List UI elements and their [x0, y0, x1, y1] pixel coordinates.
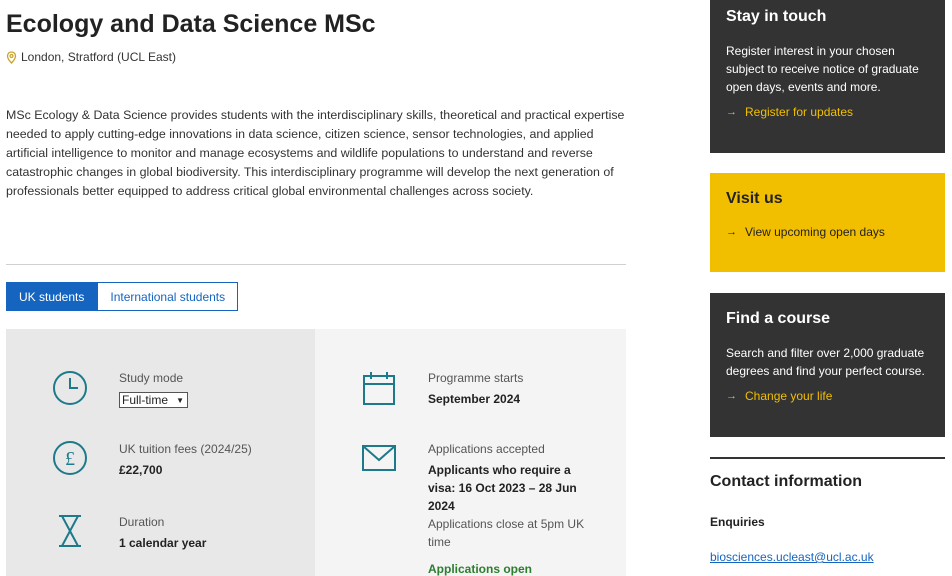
visit-us-title: Visit us [726, 190, 783, 207]
enquiries-label: Enquiries [710, 515, 765, 529]
arrow-right-icon: → [726, 106, 737, 118]
page-title: Ecology and Data Science MSc [6, 10, 376, 38]
intro-paragraph: MSc Ecology & Data Science provides stud… [6, 108, 625, 198]
find-a-course-title: Find a course [726, 310, 831, 327]
dropdown-arrow-icon: ▼ [176, 395, 184, 405]
stay-in-touch-box: Stay in touch Register interest in your … [710, 0, 945, 153]
tab-uk-students[interactable]: UK students [6, 282, 98, 311]
divider [6, 264, 626, 265]
location-text: London, Stratford (UCL East) [21, 50, 176, 64]
map-pin-icon [6, 50, 17, 64]
pound-icon: £ [53, 441, 87, 475]
student-type-tabs: UK students International students [6, 282, 239, 311]
clock-icon [53, 371, 87, 405]
fees-value: £22,700 [119, 463, 163, 477]
programme-starts-label: Programme starts [428, 371, 524, 385]
applications-note: Applications close at 5pm UK time [428, 517, 585, 549]
svg-text:£: £ [65, 448, 75, 470]
register-for-updates-link[interactable]: → Register for updates [726, 105, 929, 119]
duration-value: 1 calendar year [119, 536, 207, 550]
stay-in-touch-title: Stay in touch [726, 8, 827, 25]
change-your-life-link[interactable]: → Change your life [726, 389, 929, 403]
register-for-updates-label: Register for updates [745, 105, 854, 119]
hourglass-icon [59, 515, 81, 547]
applications-value: Applicants who require a visa: 16 Oct 20… [428, 463, 577, 513]
location: London, Stratford (UCL East) [6, 50, 176, 64]
view-open-days-link[interactable]: → View upcoming open days [726, 225, 929, 239]
view-open-days-label: View upcoming open days [745, 225, 885, 239]
visit-us-box: Visit us → View upcoming open days [710, 173, 945, 272]
tab-international-students[interactable]: International students [97, 282, 239, 311]
contact-email-link[interactable]: biosciences.ucleast@ucl.ac.uk [710, 550, 874, 564]
stay-in-touch-text: Register interest in your chosen subject… [726, 44, 919, 94]
programme-starts-value: September 2024 [428, 392, 521, 406]
contact-divider [710, 457, 945, 459]
contact-title: Contact information [710, 473, 862, 490]
envelope-icon [362, 445, 396, 471]
duration-label: Duration [119, 515, 165, 529]
applications-status: Applications open [428, 562, 533, 576]
arrow-right-icon: → [726, 390, 737, 402]
change-your-life-label: Change your life [745, 389, 833, 403]
calendar-icon [363, 372, 395, 405]
study-mode-label: Study mode [119, 371, 184, 385]
find-a-course-text: Search and filter over 2,000 graduate de… [726, 346, 925, 378]
arrow-right-icon: → [726, 226, 737, 238]
study-mode-selected: Full-time [122, 393, 169, 407]
fees-label: UK tuition fees (2024/25) [119, 442, 252, 456]
applications-label: Applications accepted [428, 442, 545, 456]
find-a-course-box: Find a course Search and filter over 2,0… [710, 293, 945, 437]
study-mode-select[interactable]: Full-time ▼ [119, 392, 188, 408]
